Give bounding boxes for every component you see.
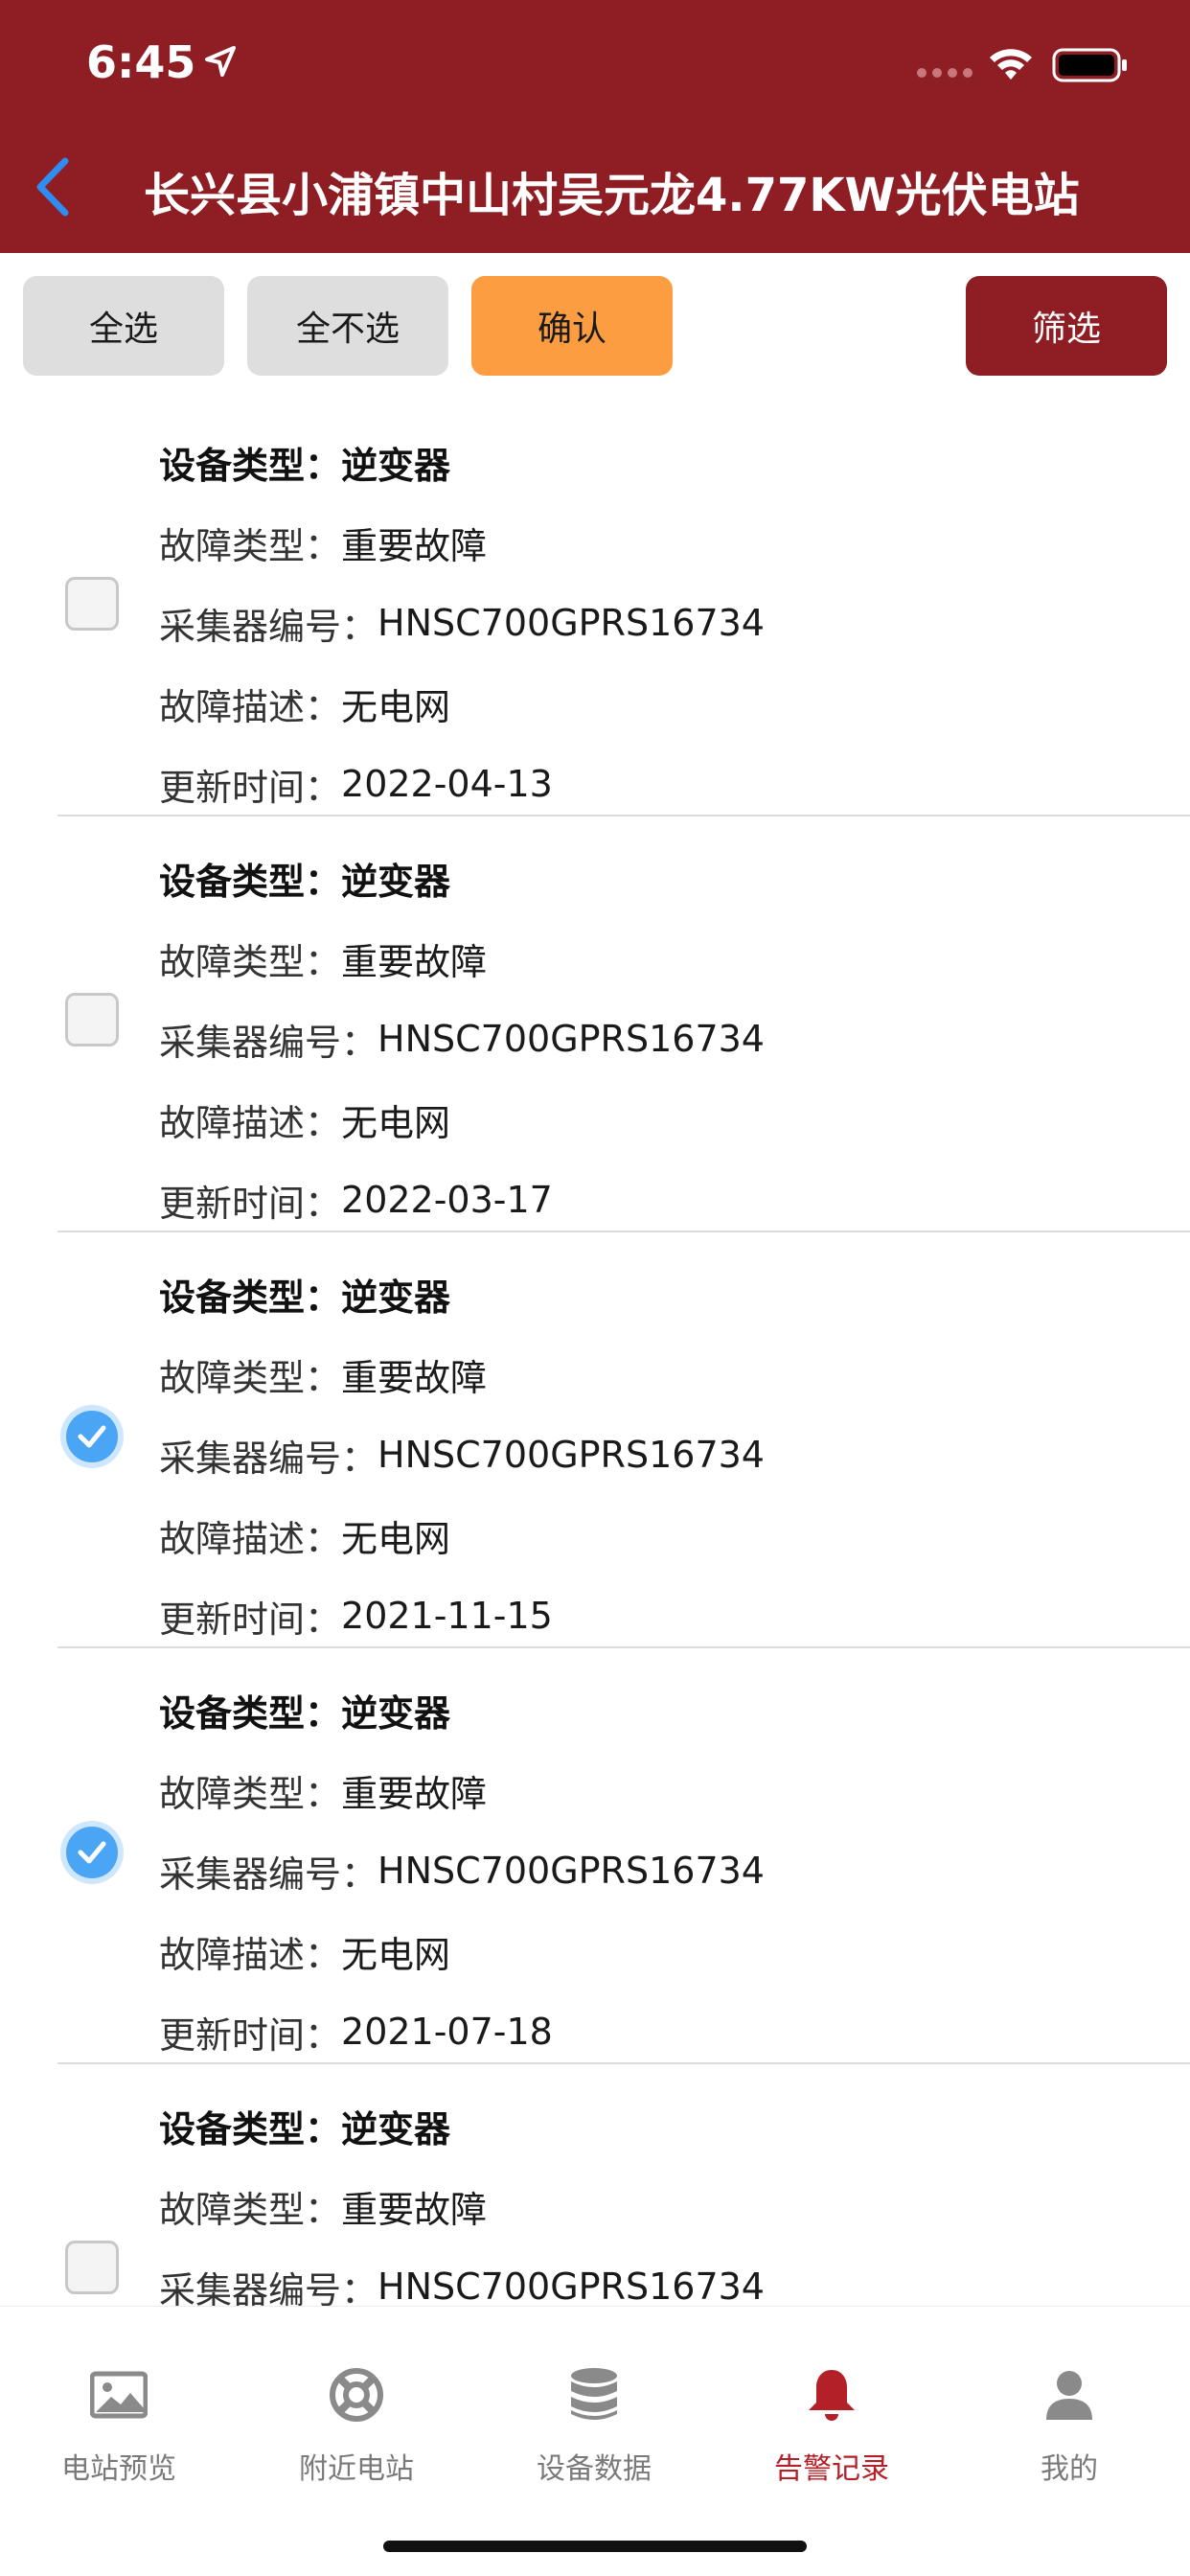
tab-label: 电站预览 <box>61 2452 176 2486</box>
collector-no-label: 采集器编号： <box>159 1021 378 1064</box>
fault-type-value: 重要故障 <box>341 940 488 983</box>
update-time-label: 更新时间： <box>159 766 342 809</box>
bottom-tab-bar: 电站预览 附近电站 设备数据 告警记录 我的 <box>0 2306 1190 2576</box>
checkbox-unchecked[interactable] <box>65 2241 119 2294</box>
device-type-label: 设备类型： <box>159 444 342 487</box>
database-icon <box>571 2368 617 2420</box>
confirm-button[interactable]: 确认 <box>471 276 673 376</box>
fault-type-value: 重要故障 <box>341 524 488 567</box>
device-type-label: 设备类型： <box>159 1691 342 1735</box>
collector-no-label: 采集器编号： <box>159 2268 378 2307</box>
tab-label: 我的 <box>1041 2452 1098 2486</box>
update-time-value: 2021-07-18 <box>341 2011 553 2053</box>
checkbox-checked[interactable] <box>66 1411 118 1462</box>
checkbox-unchecked[interactable] <box>65 993 119 1046</box>
fault-desc-label: 故障描述： <box>159 685 342 728</box>
fault-desc-value: 无电网 <box>341 685 451 728</box>
image-icon <box>90 2371 148 2419</box>
device-type-value: 逆变器 <box>341 860 451 903</box>
alarm-item: 设备类型： 逆变器 故障类型： 重要故障 采集器编号： HNSC700GPRS1673… <box>0 401 1190 816</box>
tab-station-preview[interactable]: 电站预览 <box>23 2357 215 2500</box>
update-time-label: 更新时间： <box>159 1598 342 1641</box>
device-type-label: 设备类型： <box>159 860 342 903</box>
update-time-value: 2021-11-15 <box>341 1595 553 1637</box>
collector-no-label: 采集器编号： <box>159 1852 378 1896</box>
tab-device-data[interactable]: 设备数据 <box>498 2357 690 2500</box>
collector-no-value: HNSC700GPRS16734 <box>378 602 765 644</box>
device-type-value: 逆变器 <box>341 2107 451 2150</box>
fault-type-value: 重要故障 <box>341 2188 488 2231</box>
app-header: 6:45 长兴县小浦镇中山村吴元龙4.77KW光伏电站 <box>0 0 1190 253</box>
fault-type-value: 重要故障 <box>341 1772 488 1815</box>
device-type-value: 逆变器 <box>341 444 451 487</box>
tab-label: 告警记录 <box>774 2452 889 2486</box>
update-time-label: 更新时间： <box>159 2013 342 2057</box>
collector-no-value: HNSC700GPRS16734 <box>378 2266 765 2306</box>
home-indicator <box>383 2541 807 2552</box>
fault-desc-value: 无电网 <box>341 1933 451 1976</box>
alarm-item: 设备类型： 逆变器 故障类型： 重要故障 采集器编号： HNSC700GPRS1673… <box>0 816 1190 1232</box>
selection-toolbar: 全选 全不选 确认 筛选 <box>0 253 1190 397</box>
fault-desc-value: 无电网 <box>341 1101 451 1144</box>
alarm-item: 设备类型： 逆变器 故障类型： 重要故障 采集器编号： HNSC700GPRS1673… <box>0 1648 1190 2064</box>
checkmark-icon <box>78 1841 106 1864</box>
collector-no-label: 采集器编号： <box>159 605 378 648</box>
tab-alarm-records[interactable]: 告警记录 <box>736 2357 927 2500</box>
collector-no-value: HNSC700GPRS16734 <box>378 1850 765 1892</box>
location-arrow-icon <box>205 46 236 77</box>
page-title: 长兴县小浦镇中山村吴元龙4.77KW光伏电站 <box>144 169 1080 222</box>
tab-mine[interactable]: 我的 <box>973 2357 1165 2500</box>
wifi-icon <box>990 49 1032 80</box>
collector-no-value: HNSC700GPRS16734 <box>378 1434 765 1476</box>
battery-icon <box>1052 48 1127 82</box>
update-time-label: 更新时间： <box>159 1182 342 1225</box>
select-none-button[interactable]: 全不选 <box>247 276 448 376</box>
checkmark-icon <box>78 1425 106 1448</box>
fault-type-value: 重要故障 <box>341 1356 488 1399</box>
bell-icon <box>809 2370 855 2421</box>
fault-type-label: 故障类型： <box>159 940 342 983</box>
collector-no-value: HNSC700GPRS16734 <box>378 1018 765 1060</box>
checkbox-checked[interactable] <box>66 1827 118 1878</box>
device-type-value: 逆变器 <box>341 1276 451 1319</box>
filter-button[interactable]: 筛选 <box>966 276 1167 376</box>
device-type-label: 设备类型： <box>159 2107 342 2150</box>
back-chevron-icon[interactable] <box>29 153 77 220</box>
tab-label: 附近电站 <box>299 2452 414 2486</box>
fault-desc-label: 故障描述： <box>159 1517 342 1560</box>
update-time-value: 2022-04-13 <box>341 763 553 805</box>
alarm-item: 设备类型： 逆变器 故障类型： 重要故障 采集器编号： HNSC700GPRS1673… <box>0 1232 1190 1648</box>
checkbox-unchecked[interactable] <box>65 577 119 631</box>
fault-desc-label: 故障描述： <box>159 1101 342 1144</box>
signal-icon <box>917 68 973 78</box>
alarm-item: 设备类型： 逆变器 故障类型： 重要故障 采集器编号： HNSC700GPRS1673… <box>0 2064 1190 2306</box>
fault-type-label: 故障类型： <box>159 2188 342 2231</box>
fault-type-label: 故障类型： <box>159 524 342 567</box>
alarm-list: 设备类型： 逆变器 故障类型： 重要故障 采集器编号： HNSC700GPRS1673… <box>0 401 1190 2306</box>
fault-desc-value: 无电网 <box>341 1517 451 1560</box>
fault-type-label: 故障类型： <box>159 1356 342 1399</box>
fault-type-label: 故障类型： <box>159 1772 342 1815</box>
device-type-value: 逆变器 <box>341 1691 451 1735</box>
tab-label: 设备数据 <box>537 2452 652 2486</box>
select-all-button[interactable]: 全选 <box>23 276 224 376</box>
fault-desc-label: 故障描述： <box>159 1933 342 1976</box>
collector-no-label: 采集器编号： <box>159 1437 378 1480</box>
device-type-label: 设备类型： <box>159 1276 342 1319</box>
status-time: 6:45 <box>86 36 196 88</box>
lifebuoy-icon <box>330 2368 383 2422</box>
tab-nearby-stations[interactable]: 附近电站 <box>261 2357 452 2500</box>
update-time-value: 2022-03-17 <box>341 1179 553 1221</box>
user-icon <box>1046 2371 1092 2420</box>
